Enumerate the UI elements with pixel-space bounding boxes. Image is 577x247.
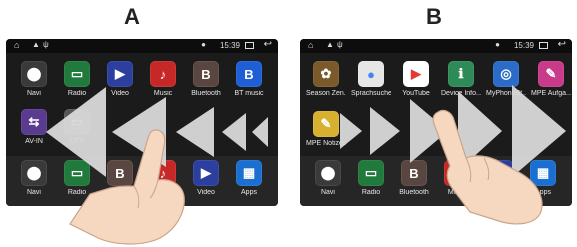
music-note-icon: ♪ [150, 61, 176, 87]
season-zen-icon: ✿ [313, 61, 339, 87]
recent-apps-icon[interactable] [539, 42, 548, 49]
mpe-icon: ✎ [538, 61, 564, 87]
hand-icon [69, 129, 185, 245]
app-label: Navi [320, 189, 335, 196]
app-label: Video [197, 189, 215, 196]
app-label: Apps [241, 189, 257, 196]
swipe-arrow [340, 113, 362, 149]
swipe-arrow [252, 117, 268, 147]
app-label: Navi [26, 189, 41, 196]
back-icon[interactable]: ↩ [558, 39, 566, 50]
app-label: Bluetooth [399, 189, 429, 196]
notes-icon: ✎ [313, 111, 339, 137]
device-info-icon: ℹ [448, 61, 474, 87]
panel-a-label: A [124, 4, 140, 29]
video-icon: ▶ [107, 61, 133, 87]
av-in-icon: ⇆ [21, 109, 47, 135]
app-label: Radio [361, 189, 381, 196]
clock: 15:39 [513, 41, 534, 50]
usb-icon: ψ [337, 40, 343, 49]
microphone-icon: ● [358, 61, 384, 87]
warning-icon: ▲ [32, 40, 40, 49]
location-pin-icon: ⬤ [315, 160, 341, 186]
status-bar: ⌂ ▲ ψ ● 15:39 ↩ [300, 39, 572, 53]
bluetooth-b-icon: B [193, 61, 219, 87]
panel-b-label: B [426, 4, 442, 29]
bluetooth-b-icon: B [236, 61, 262, 87]
swipe-arrow [222, 113, 246, 151]
location-icon: ● [201, 40, 206, 49]
status-bar: ⌂ ▲ ψ ● 15:39 ↩ [6, 39, 278, 53]
usb-icon: ψ [43, 40, 49, 49]
warning-icon: ▲ [326, 40, 334, 49]
swipe-arrow [370, 107, 400, 155]
back-icon[interactable]: ↩ [264, 39, 272, 50]
clock: 15:39 [219, 41, 240, 50]
youtube-icon: ▶ [403, 61, 429, 87]
phone-link-icon: ◎ [493, 61, 519, 87]
location-pin-icon: ⬤ [21, 160, 47, 186]
radio-icon: ▭ [64, 61, 90, 87]
recent-apps-icon[interactable] [245, 42, 254, 49]
hand-icon [432, 109, 543, 225]
home-icon[interactable]: ⌂ [308, 40, 313, 50]
home-icon[interactable]: ⌂ [14, 40, 19, 50]
location-icon: ● [495, 40, 500, 49]
location-pin-icon: ⬤ [21, 61, 47, 87]
